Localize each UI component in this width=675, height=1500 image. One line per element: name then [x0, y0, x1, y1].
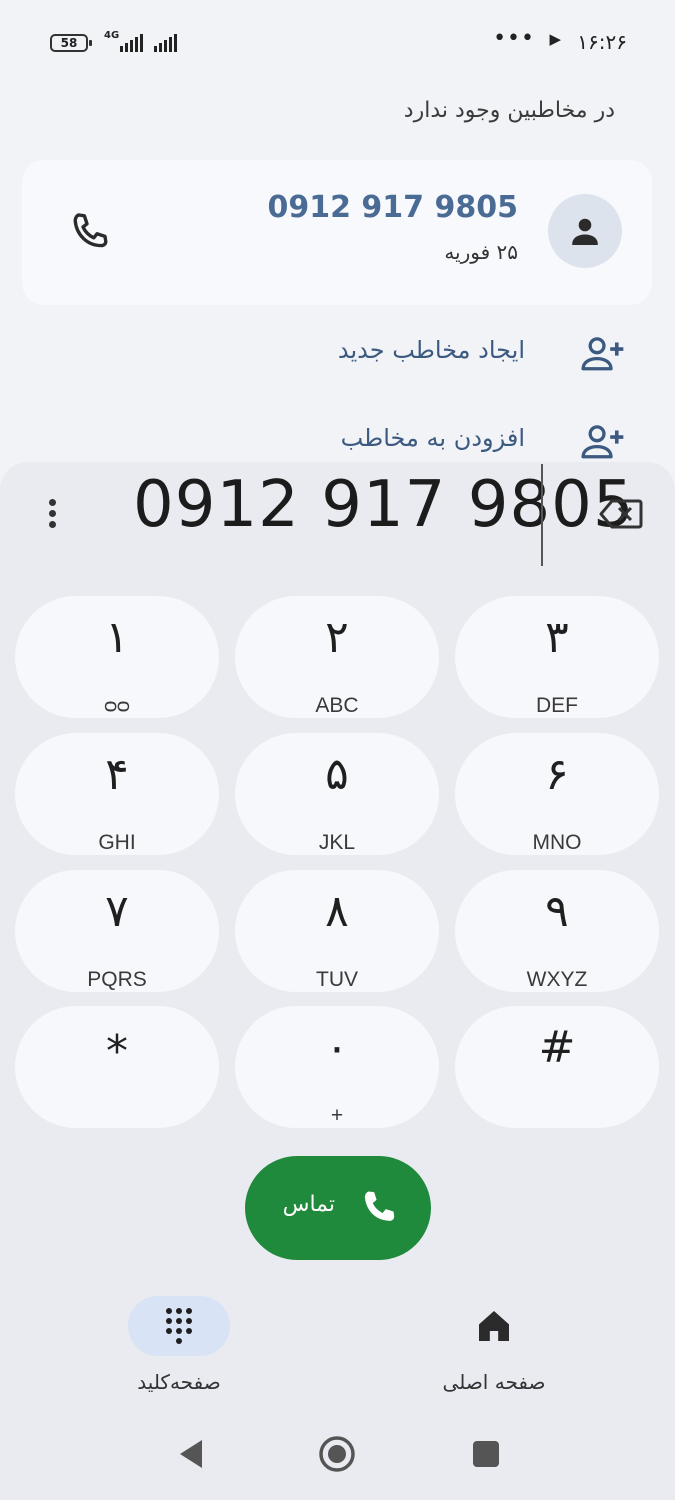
card-phone-number: 0912 917 9805: [267, 190, 518, 225]
backspace-icon[interactable]: [599, 498, 643, 530]
avatar: [548, 194, 622, 268]
more-notifications-icon: •••: [493, 26, 535, 51]
phone-icon: [364, 1191, 395, 1221]
nav-keypad-label: صفحه‌کلید: [137, 1370, 221, 1394]
create-new-contact-button[interactable]: ایجاد مخاطب جدید: [225, 326, 625, 386]
key-8[interactable]: ۸ TUV: [235, 870, 439, 992]
create-new-contact-label: ایجاد مخاطب جدید: [337, 336, 525, 364]
signal-icon: [120, 32, 143, 52]
card-call-date: ۲۵ فوریه: [444, 240, 518, 264]
key-2[interactable]: ۲ ABC: [235, 596, 439, 718]
add-person-icon: [581, 425, 624, 459]
key-5[interactable]: ۵ JKL: [235, 733, 439, 855]
back-icon[interactable]: [172, 1434, 212, 1474]
voicemail-icon: ᴑᴑ: [104, 694, 130, 717]
call-button-label: تماس: [282, 1192, 335, 1217]
key-1[interactable]: ۱ ᴑᴑ: [15, 596, 219, 718]
call-button[interactable]: تماس: [245, 1156, 431, 1260]
add-to-contact-label: افزودن به مخاطب: [340, 424, 525, 452]
recent-call-card[interactable]: 0912 917 9805 ۲۵ فوریه: [22, 160, 652, 305]
recents-icon[interactable]: [466, 1434, 506, 1474]
overflow-menu-icon[interactable]: [40, 496, 64, 536]
add-person-icon: [581, 337, 624, 371]
key-9[interactable]: ۹ WXYZ: [455, 870, 659, 992]
key-hash[interactable]: #: [455, 1006, 659, 1128]
key-4[interactable]: ۴ GHI: [15, 733, 219, 855]
signal-icon-2: [154, 32, 177, 52]
key-star[interactable]: *: [15, 1006, 219, 1128]
key-6[interactable]: ۶ MNO: [455, 733, 659, 855]
status-bar: 58 4G ••• ▶ ۱۶:۲۶: [0, 26, 675, 58]
battery-indicator: 58: [50, 34, 92, 52]
network-type: 4G: [104, 30, 120, 41]
status-time: ۱۶:۲۶: [577, 30, 627, 54]
home-icon: [479, 1311, 509, 1341]
home-circle-icon[interactable]: [317, 1434, 357, 1474]
not-in-contacts-label: در مخاطبین وجود ندارد: [403, 98, 615, 123]
person-icon: [572, 218, 598, 245]
text-cursor: [541, 464, 543, 566]
dialpad-icon: [166, 1308, 192, 1344]
play-icon: ▶: [549, 30, 561, 48]
nav-home-label: صفحه اصلی: [442, 1370, 546, 1394]
nav-home[interactable]: صفحه اصلی: [394, 1296, 594, 1396]
phone-icon[interactable]: [66, 208, 114, 256]
nav-keypad[interactable]: صفحه‌کلید: [79, 1296, 279, 1396]
dialer-screen: 58 4G ••• ▶ ۱۶:۲۶ در مخاطبین وجود ندارد …: [0, 0, 675, 1500]
dialed-number-display[interactable]: 0912 917 9805: [133, 468, 635, 542]
key-3[interactable]: ۳ DEF: [455, 596, 659, 718]
key-0[interactable]: ۰ +: [235, 1006, 439, 1128]
key-7[interactable]: ۷ PQRS: [15, 870, 219, 992]
